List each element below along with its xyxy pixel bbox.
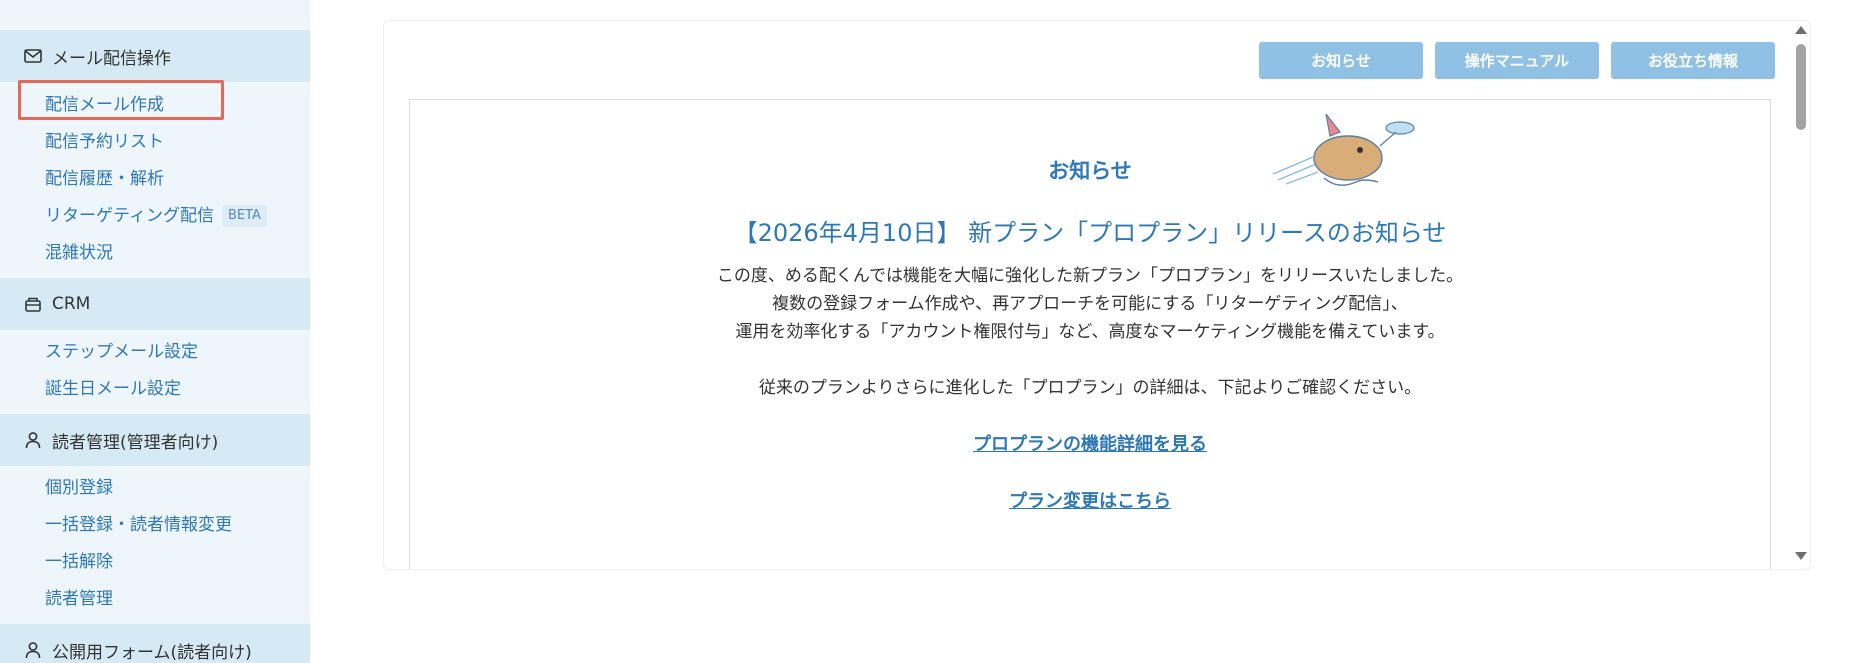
section-label: 読者管理(管理者向け) [52, 432, 219, 453]
top-buttons: お知らせ 操作マニュアル お役立ち情報 [1259, 42, 1775, 79]
tips-button[interactable]: お役立ち情報 [1611, 42, 1775, 79]
body-line: 複数の登録フォーム作成や、再アプローチを可能にする「リターゲティング配信」、 [772, 294, 1408, 314]
sidebar-item-retargeting[interactable]: リターゲティング配信 BETA [45, 205, 267, 227]
beta-badge: BETA [221, 205, 267, 227]
scroll-up-arrow-icon[interactable] [1795, 26, 1807, 34]
sidebar-item-birthday-mail[interactable]: 誕生日メール設定 [45, 378, 181, 400]
person-icon [22, 639, 44, 661]
crm-icon [22, 293, 44, 315]
pro-plan-details-link[interactable]: プロプランの機能詳細を見る [410, 430, 1770, 456]
manual-button[interactable]: 操作マニュアル [1435, 42, 1599, 79]
section-public-form[interactable]: 公開用フォーム(読者向け) [0, 624, 310, 663]
sidebar-item-reader-manage[interactable]: 読者管理 [45, 588, 113, 610]
section-mail[interactable]: メール配信操作 [0, 30, 310, 82]
notice-body: この度、める配くんでは機能を大幅に強化した新プラン「プロプラン」をリリースいたし… [410, 262, 1770, 402]
body-line: 運用を効率化する「アカウント権限付与」など、高度なマーケティング機能を備えていま… [735, 322, 1445, 342]
body-line: この度、める配くんでは機能を大幅に強化した新プラン「プロプラン」をリリースいたし… [716, 266, 1464, 286]
section-label: CRM [52, 294, 91, 314]
sidebar-item-schedule[interactable]: 配信予約リスト [45, 131, 164, 153]
sidebar-item-bulk-cancel[interactable]: 一括解除 [45, 551, 113, 573]
sidebar-item-bulk-register[interactable]: 一括登録・読者情報変更 [45, 514, 232, 536]
highlight-box [18, 80, 224, 120]
notice-button[interactable]: お知らせ [1259, 42, 1423, 79]
body-line: 従来のプランよりさらに進化した「プロプラン」の詳細は、下記よりご確認ください。 [758, 378, 1422, 398]
sidebar-item-individual-register[interactable]: 個別登録 [45, 477, 113, 499]
body-line [410, 346, 1770, 374]
sidebar: メール配信操作 配信メール作成 配信予約リスト 配信履歴・解析 リターゲティング… [0, 0, 310, 663]
sidebar-item-congestion[interactable]: 混雑状況 [45, 242, 113, 264]
scroll-down-arrow-icon[interactable] [1795, 552, 1807, 560]
section-reader-admin[interactable]: 読者管理(管理者向け) [0, 414, 310, 466]
main-panel: お知らせ 操作マニュアル お役立ち情報 お知らせ 【2026年4月10日】 新プ… [383, 20, 1811, 570]
plan-change-link[interactable]: プラン変更はこちら [410, 487, 1770, 513]
section-crm[interactable]: CRM [0, 278, 310, 330]
mail-icon [22, 45, 44, 67]
person-icon [22, 429, 44, 451]
section-label: 公開用フォーム(読者向け) [52, 642, 252, 663]
scroll-thumb[interactable] [1796, 44, 1806, 130]
section-label: メール配信操作 [52, 48, 171, 69]
scrollbar[interactable] [1794, 22, 1810, 566]
sidebar-item-label: リターゲティング配信 [45, 206, 214, 226]
notice-box: お知らせ 【2026年4月10日】 新プラン「プロプラン」リリースのお知らせ こ… [409, 99, 1771, 569]
sidebar-item-step-mail[interactable]: ステップメール設定 [45, 341, 198, 363]
notice-title: 【2026年4月10日】 新プラン「プロプラン」リリースのお知らせ [733, 219, 1447, 247]
notice-heading: お知らせ [1048, 159, 1132, 183]
sidebar-item-history[interactable]: 配信履歴・解析 [45, 168, 164, 190]
mascot-illustration [1272, 113, 1415, 186]
